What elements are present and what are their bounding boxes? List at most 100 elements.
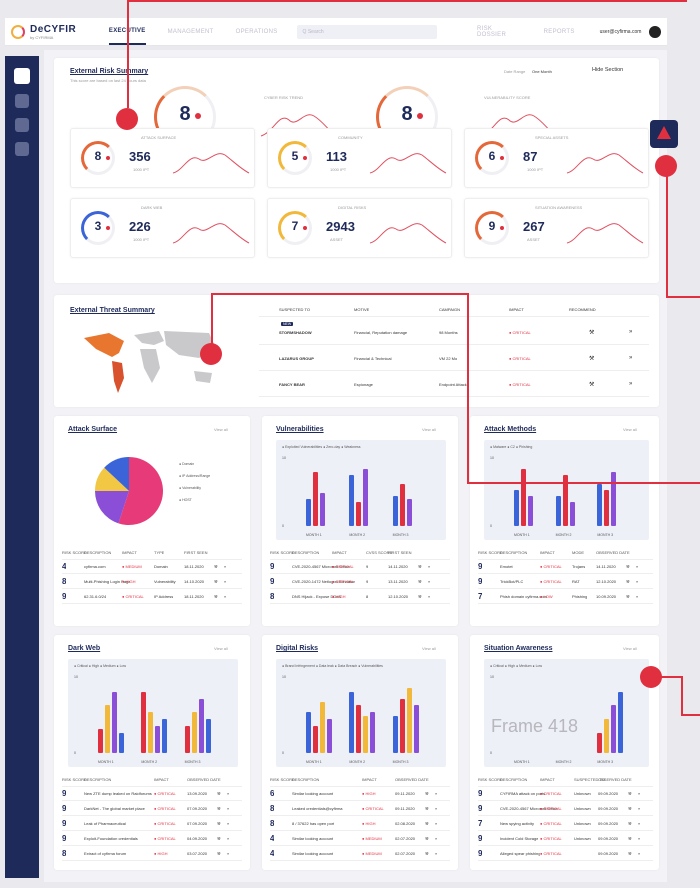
tools-icon[interactable]: ⚒ — [626, 564, 630, 569]
threat-row[interactable]: FANCY BEAR Espionage Endpoint Attack ● CRIT… — [259, 373, 649, 397]
table-row[interactable]: 9 DarkNet - The global market place ● CRIT… — [62, 802, 242, 816]
digital-risks-view-all[interactable]: View all — [422, 646, 436, 651]
tab-management[interactable]: MANAGEMENT — [168, 20, 214, 44]
chart-bar[interactable] — [521, 469, 526, 526]
chart-bar[interactable] — [320, 493, 325, 526]
search-input[interactable]: Q Search — [296, 24, 437, 39]
chart-bar[interactable] — [363, 715, 369, 753]
chart-bar[interactable] — [604, 490, 610, 526]
chart-bar[interactable] — [406, 499, 412, 526]
tab-risk-dossier[interactable]: RISK DOSSIER — [477, 17, 522, 47]
chart-bar[interactable] — [618, 691, 624, 753]
chart-bar[interactable] — [597, 732, 603, 753]
chevron-right-icon[interactable]: » — [224, 594, 226, 599]
chart-bar[interactable] — [356, 502, 362, 526]
situation-awareness-view-all[interactable]: View all — [623, 646, 637, 651]
tab-reports[interactable]: REPORTS — [544, 20, 575, 44]
tab-operations[interactable]: OPERATIONS — [236, 20, 278, 44]
chart-bar[interactable] — [392, 496, 398, 526]
chart-bar[interactable] — [356, 705, 362, 753]
chevron-right-icon[interactable]: » — [629, 329, 632, 335]
hide-section-button[interactable]: Hide Section — [592, 67, 623, 73]
chevron-right-icon[interactable]: » — [636, 564, 638, 569]
chevron-right-icon[interactable]: » — [227, 791, 229, 796]
chevron-right-icon[interactable]: » — [435, 836, 437, 841]
recommend-icon[interactable]: ⚒ — [589, 381, 594, 388]
table-row[interactable]: 8 Leaked credentials@cyfirma ● CRITICAL 09.… — [270, 802, 450, 816]
chart-bar[interactable] — [327, 719, 332, 753]
table-row[interactable]: 9 CVE-2020-4567 Microsoft Office ● CRITICA… — [478, 802, 653, 816]
tools-icon[interactable]: ⚒ — [628, 806, 632, 811]
chart-bar[interactable] — [155, 725, 161, 753]
recommend-icon[interactable]: ⚒ — [589, 329, 594, 336]
tools-icon[interactable]: ⚒ — [217, 821, 221, 826]
chevron-right-icon[interactable]: » — [435, 791, 437, 796]
table-row[interactable]: 7 Phish domain cyfirma.com ● LOW Phishing 10… — [478, 590, 653, 604]
chevron-right-icon[interactable]: » — [428, 579, 430, 584]
chart-bar[interactable] — [363, 469, 369, 526]
table-row[interactable]: 9 Incident Cold Storage ● CRITICAL Unknown 0… — [478, 832, 653, 846]
tools-icon[interactable]: ⚒ — [217, 851, 221, 856]
threat-row[interactable]: LAZARUS GROUP Financial & Technical VM 22 … — [259, 347, 649, 371]
chart-bar[interactable] — [611, 472, 617, 526]
chart-bar[interactable] — [162, 719, 168, 753]
table-row[interactable]: 7 New spying activity ● CRITICAL Unknown 09.… — [478, 817, 653, 831]
chart-bar[interactable] — [528, 496, 533, 526]
chart-bar[interactable] — [514, 490, 519, 526]
chart-bar[interactable] — [112, 691, 117, 753]
attack-methods-view-all[interactable]: View all — [623, 427, 637, 432]
chevron-right-icon[interactable]: » — [435, 806, 437, 811]
table-row[interactable]: 8 8 / 37622 has open port ● HIGH 02.08.2020… — [270, 817, 450, 831]
chevron-right-icon[interactable]: » — [227, 836, 229, 841]
chevron-right-icon[interactable]: » — [428, 564, 430, 569]
alert-button[interactable] — [650, 120, 678, 148]
chart-bar[interactable] — [191, 712, 197, 753]
chart-bar[interactable] — [399, 484, 405, 526]
chevron-right-icon[interactable]: » — [638, 821, 640, 826]
chart-bar[interactable] — [313, 472, 318, 526]
table-row[interactable]: 9 New ZTE dump leaked on Raidforums ● CRIT… — [62, 787, 242, 801]
chart-bar[interactable] — [392, 715, 398, 753]
table-row[interactable]: 8 DNS Hijack - Expose DDoS ● HIGH 8 12.10.20… — [270, 590, 450, 604]
people-icon[interactable] — [15, 118, 29, 132]
table-row[interactable]: 4 Similar looking account ● MEDIUM 02.07.20… — [270, 847, 450, 861]
dark-web-view-all[interactable]: View all — [214, 646, 228, 651]
table-row[interactable]: 9 Alleged spear phishing ● CRITICAL 09.09.2… — [478, 847, 653, 861]
dashboard-icon[interactable] — [14, 68, 30, 84]
chart-bar[interactable] — [399, 698, 405, 753]
tools-icon[interactable]: ⚒ — [217, 791, 221, 796]
chevron-right-icon[interactable]: » — [428, 594, 430, 599]
chart-bar[interactable] — [611, 705, 617, 753]
chevron-right-icon[interactable]: » — [636, 579, 638, 584]
chart-bar[interactable] — [141, 691, 147, 753]
chart-bar[interactable] — [555, 496, 561, 526]
chart-bar[interactable] — [604, 719, 610, 753]
chart-bar[interactable] — [98, 729, 103, 753]
table-row[interactable]: 4 cyfirma.com ● MEDIUM Domain 18.11.2020 ⚒ » — [62, 560, 242, 574]
table-row[interactable]: 9 CYFIRMA attack on ports ● CRITICAL Unknow… — [478, 787, 653, 801]
brand-logo[interactable]: DeCYFIR by CYFIRMA — [11, 24, 98, 40]
tools-icon[interactable]: ⚒ — [214, 594, 218, 599]
chevron-right-icon[interactable]: » — [227, 806, 229, 811]
chevron-right-icon[interactable]: » — [638, 836, 640, 841]
user-email[interactable]: user@cyfirma.com — [600, 29, 642, 35]
chevron-right-icon[interactable]: » — [224, 579, 226, 584]
table-row[interactable]: 8 Multi-Phishing Login Page ● HIGH Vulnerab… — [62, 575, 242, 589]
table-row[interactable]: 4 Similar looking account ● MEDIUM 02.07.20… — [270, 832, 450, 846]
tools-icon[interactable]: ⚒ — [217, 806, 221, 811]
vulnerabilities-view-all[interactable]: View all — [422, 427, 436, 432]
chevron-right-icon[interactable]: » — [227, 821, 229, 826]
chevron-right-icon[interactable]: » — [435, 821, 437, 826]
table-row[interactable]: 9 62.31.6.0/24 ● CRITICAL IP Address 18.11.2… — [62, 590, 242, 604]
tools-icon[interactable]: ⚒ — [217, 836, 221, 841]
chart-bar[interactable] — [320, 702, 325, 753]
chart-bar[interactable] — [349, 475, 355, 526]
chart-bar[interactable] — [406, 688, 412, 753]
chevron-right-icon[interactable]: » — [638, 806, 640, 811]
tools-icon[interactable]: ⚒ — [425, 821, 429, 826]
bulb-icon[interactable] — [15, 94, 29, 108]
tools-icon[interactable]: ⚒ — [214, 564, 218, 569]
user-avatar-icon[interactable] — [649, 25, 661, 38]
tools-icon[interactable]: ⚒ — [628, 836, 632, 841]
tools-icon[interactable]: ⚒ — [628, 791, 632, 796]
